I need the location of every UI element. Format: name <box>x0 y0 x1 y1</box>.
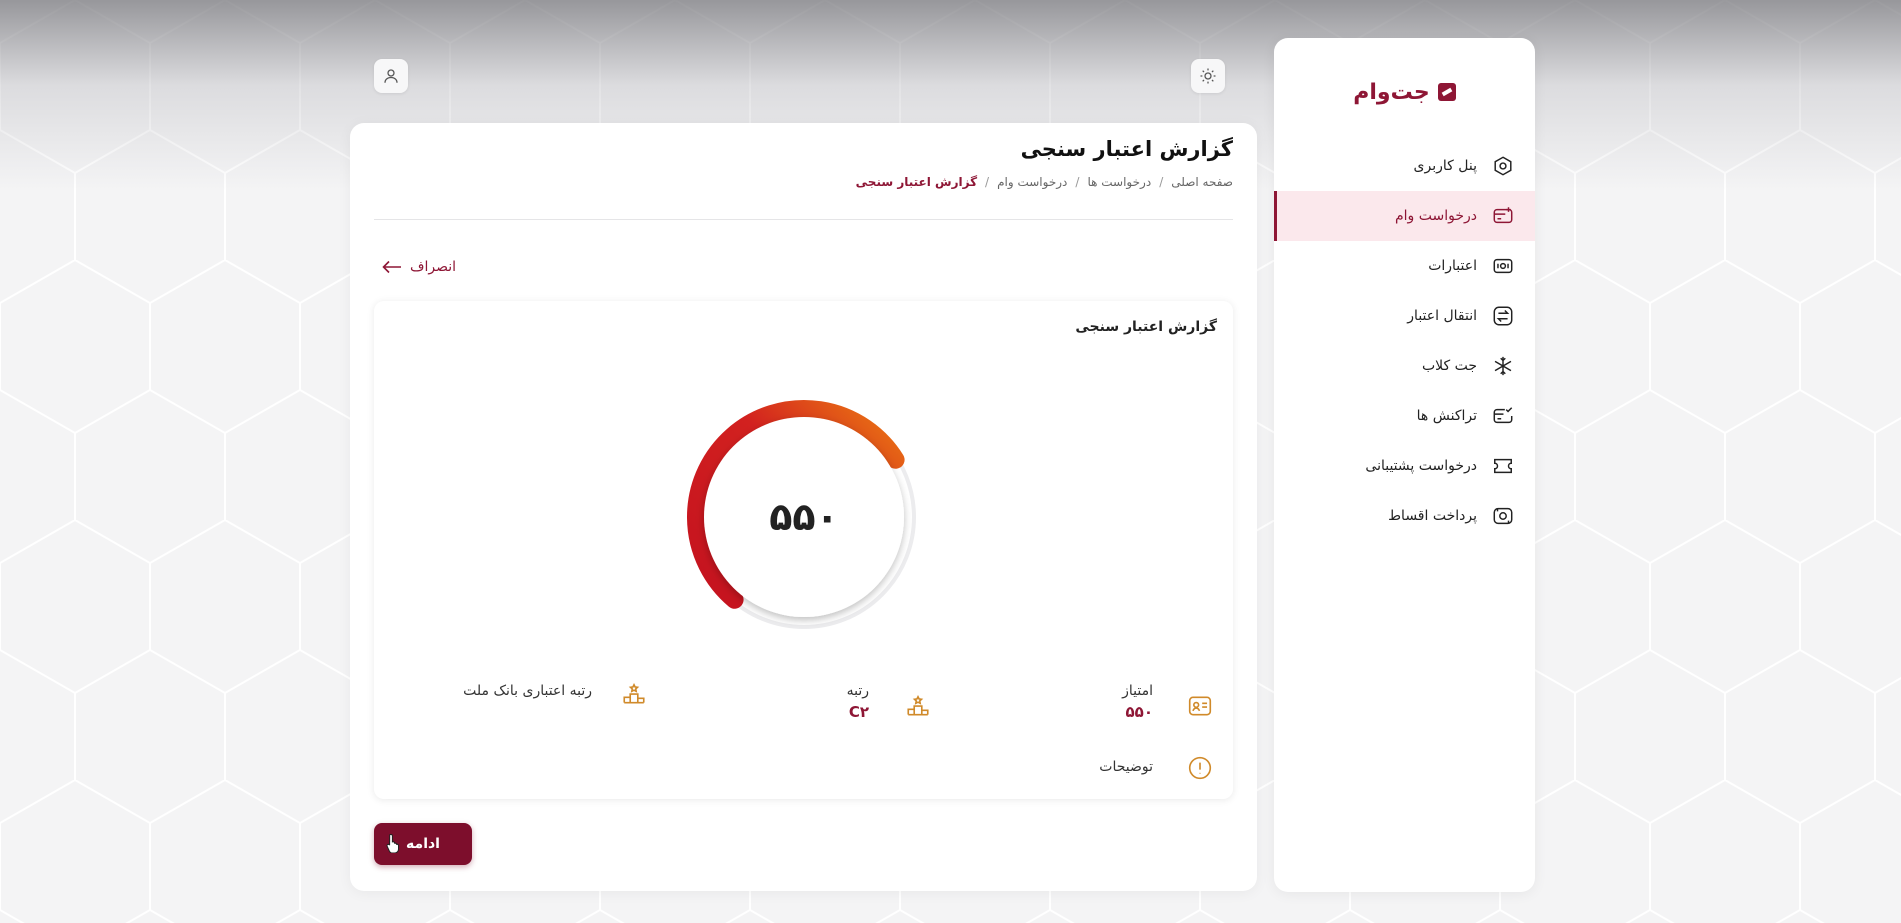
sidebar-item-credit-transfer[interactable]: انتقال اعتبار <box>1274 291 1535 341</box>
id-card-icon <box>1187 693 1215 721</box>
sidebar-item-label: انتقال اعتبار <box>1407 308 1477 324</box>
sidebar-item-loan-request[interactable]: درخواست وام <box>1274 191 1535 241</box>
sidebar-item-label: اعتبارات <box>1428 258 1477 274</box>
rank-stat-value: C۲ <box>848 703 869 721</box>
sidebar-item-credits[interactable]: اعتبارات <box>1274 241 1535 291</box>
bank-rank-stat: رتبه اعتباری بانک ملت <box>463 683 592 699</box>
bank-rank-label: رتبه اعتباری بانک ملت <box>463 683 592 699</box>
brand-logo[interactable]: جت‌وام <box>1274 72 1535 112</box>
snowflake-icon <box>1491 354 1515 378</box>
breadcrumb-separator: / <box>1159 175 1164 189</box>
podium-icon <box>905 693 933 721</box>
sidebar-item-installments[interactable]: پرداخت اقساط <box>1274 491 1535 541</box>
brand-mark-icon <box>1437 83 1456 101</box>
info-circle-icon <box>1187 755 1215 783</box>
description-section[interactable]: توضیحات <box>1099 759 1153 775</box>
cancel-link[interactable]: انصراف <box>382 259 456 275</box>
continue-label: ادامه <box>406 836 440 852</box>
theme-toggle-button[interactable] <box>1191 59 1225 93</box>
credit-score-value: ۵۵۰ <box>769 495 839 539</box>
sidebar: جت‌وام پنل کاربری درخواست وام اعتبارات <box>1274 38 1535 892</box>
sidebar-item-label: پرداخت اقساط <box>1388 508 1477 524</box>
rank-label: رتبه <box>846 683 869 699</box>
score-stat: امتیاز ۵۵۰ <box>1122 683 1153 721</box>
card-add-icon <box>1491 204 1515 228</box>
brand-name: جت‌وام <box>1353 79 1430 105</box>
main-panel: گزارش اعتبار سنجی صفحه اصلی / درخواست ها… <box>350 123 1257 891</box>
sidebar-item-label: پنل کاربری <box>1413 158 1477 174</box>
sidebar-item-support-request[interactable]: درخواست پشتیبانی <box>1274 441 1535 491</box>
user-profile-button[interactable] <box>374 59 408 93</box>
user-icon <box>384 69 398 83</box>
transfer-icon <box>1491 304 1515 328</box>
cash-icon <box>1491 254 1515 278</box>
sun-icon <box>1200 68 1216 84</box>
card-title: گزارش اعتبار سنجی <box>1075 319 1217 335</box>
podium-icon <box>621 681 649 709</box>
breadcrumb-current: گزارش اعتبار سنجی <box>855 175 978 189</box>
cancel-label: انصراف <box>410 259 457 275</box>
score-label: امتیاز <box>1122 683 1153 699</box>
breadcrumb-separator: / <box>1075 175 1080 189</box>
ticket-icon <box>1491 454 1515 478</box>
continue-button[interactable]: ادامه <box>374 823 472 865</box>
rank-stat: رتبه C۲ <box>847 683 869 721</box>
breadcrumb-home[interactable]: صفحه اصلی <box>1171 175 1233 189</box>
hand-pointer-icon <box>386 833 399 853</box>
sidebar-item-label: درخواست وام <box>1394 208 1477 224</box>
sidebar-item-label: درخواست پشتیبانی <box>1365 458 1477 474</box>
description-label: توضیحات <box>1099 759 1153 775</box>
score-stat-value: ۵۵۰ <box>1125 703 1153 721</box>
sidebar-item-label: تراکنش ها <box>1416 408 1477 424</box>
credit-report-card: گزارش اعتبار سنجی ۵۵۰ امتیاز ۵۵۰ رتبه C۲… <box>374 301 1233 799</box>
sidebar-item-label: جت کلاب <box>1421 358 1477 374</box>
gear-hexagon-icon <box>1491 154 1515 178</box>
arrow-left-icon <box>382 260 401 274</box>
header-divider <box>374 219 1233 220</box>
breadcrumb-separator: / <box>985 175 990 189</box>
page-title: گزارش اعتبار سنجی <box>1020 137 1233 161</box>
sidebar-nav: پنل کاربری درخواست وام اعتبارات انتقال ا… <box>1274 141 1535 541</box>
installment-icon <box>1491 504 1515 528</box>
sidebar-item-transactions[interactable]: تراکنش ها <box>1274 391 1535 441</box>
sidebar-item-jet-club[interactable]: جت کلاب <box>1274 341 1535 391</box>
card-check-icon <box>1491 404 1515 428</box>
breadcrumb-requests[interactable]: درخواست ها <box>1087 175 1151 189</box>
breadcrumb-loan-request[interactable]: درخواست وام <box>997 175 1067 189</box>
sidebar-item-user-panel[interactable]: پنل کاربری <box>1274 141 1535 191</box>
breadcrumb: صفحه اصلی / درخواست ها / درخواست وام / گ… <box>856 175 1233 189</box>
